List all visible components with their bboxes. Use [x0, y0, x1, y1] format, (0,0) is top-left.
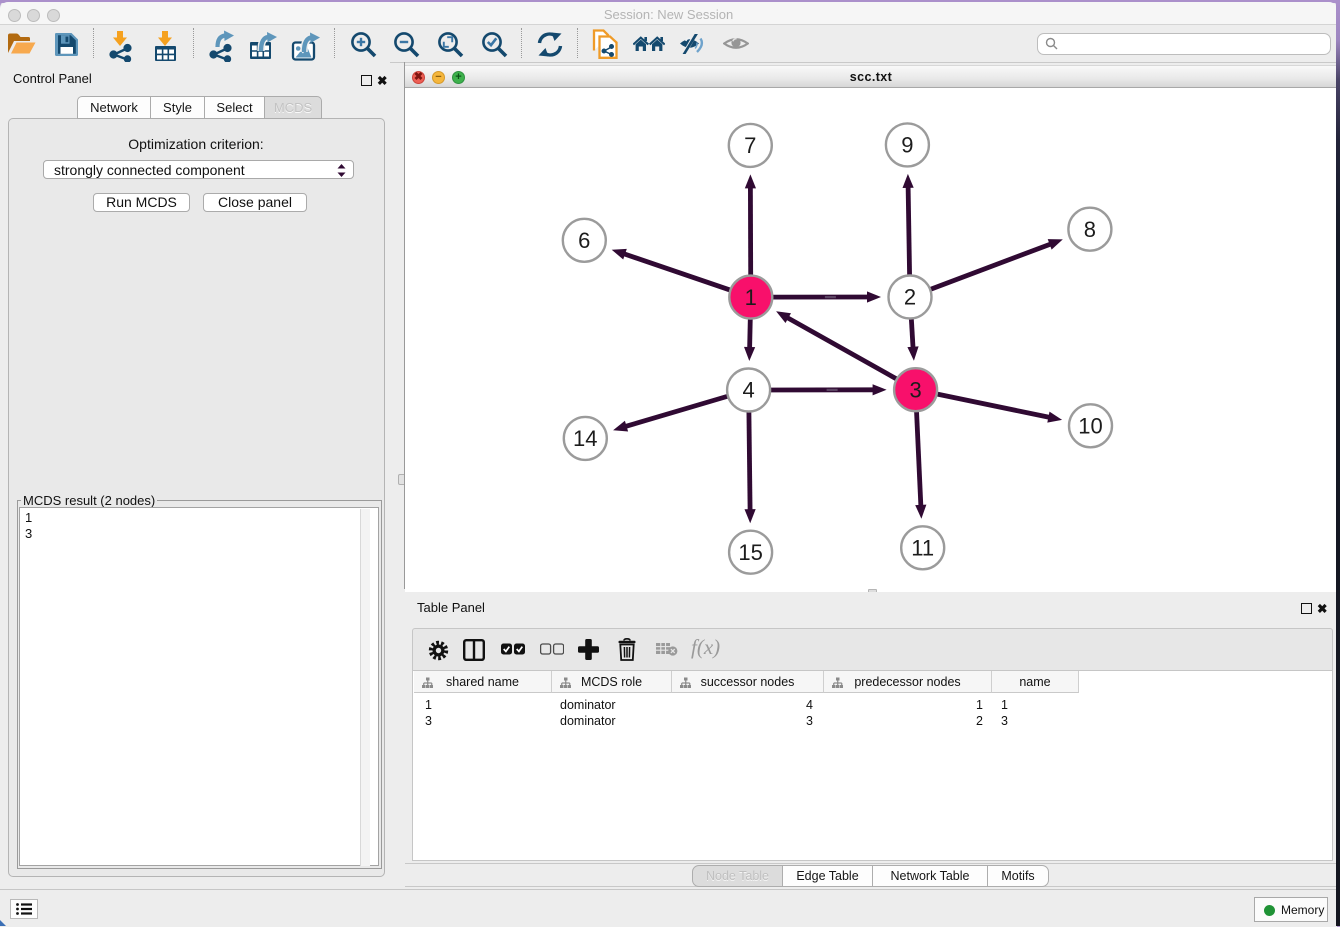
svg-text:8: 8	[1084, 217, 1096, 242]
svg-text:4: 4	[742, 378, 754, 403]
svg-text:9: 9	[901, 133, 913, 158]
svg-text:6: 6	[578, 228, 590, 253]
svg-text:3: 3	[909, 377, 921, 402]
svg-text:10: 10	[1078, 414, 1102, 439]
svg-text:7: 7	[744, 133, 756, 158]
svg-text:11: 11	[911, 536, 934, 561]
svg-text:2: 2	[904, 285, 916, 310]
svg-text:15: 15	[738, 540, 762, 565]
svg-text:14: 14	[573, 426, 597, 451]
svg-text:1: 1	[745, 285, 757, 310]
